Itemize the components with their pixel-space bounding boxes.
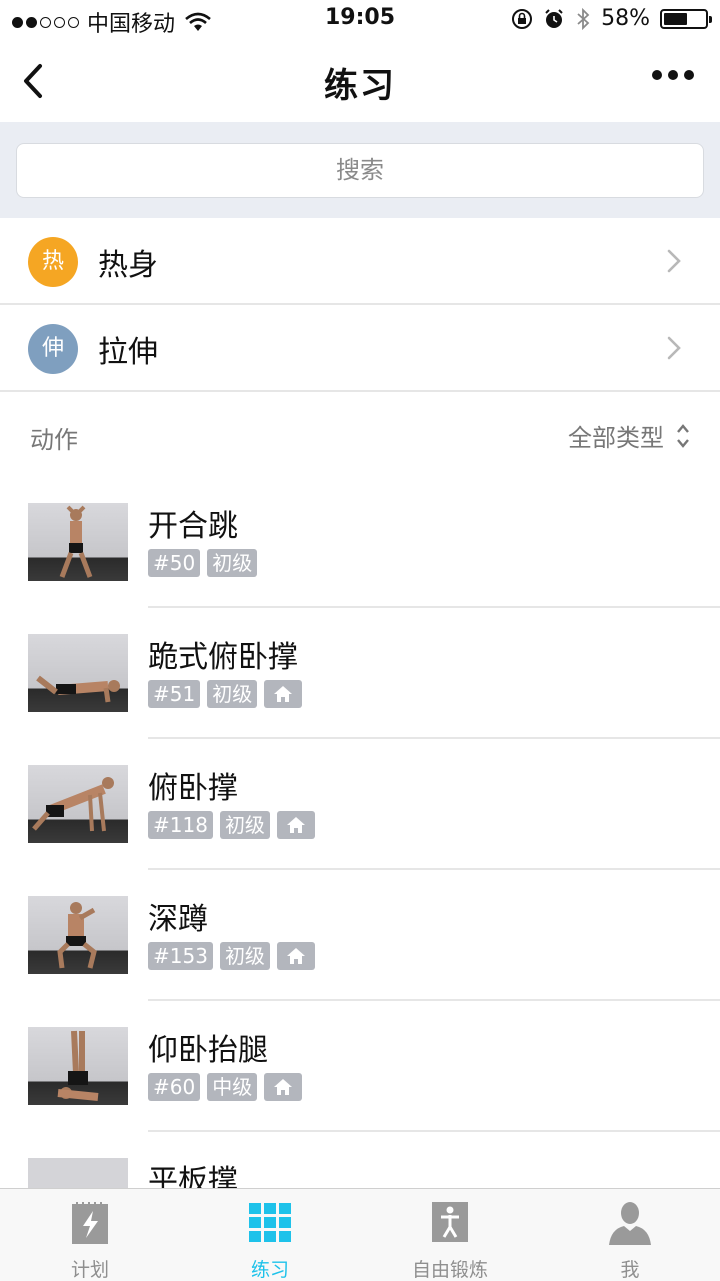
level-tag: 中级 (207, 1073, 258, 1101)
exercise-item[interactable]: 仰卧抬腿 #60 中级 (0, 1001, 720, 1132)
exercise-number-tag: #60 (148, 1073, 201, 1101)
exercise-thumbnail (28, 765, 128, 843)
home-icon (264, 1073, 303, 1101)
exercise-name: 俯卧撑 (148, 771, 238, 806)
exercise-thumbnail (28, 896, 128, 974)
level-tag: 初级 (219, 811, 270, 839)
alarm-icon (545, 8, 563, 28)
exercise-item[interactable]: 深蹲 #153 初级 (0, 870, 720, 1001)
tab-practice[interactable]: 练习 (180, 1189, 360, 1281)
home-icon (276, 942, 315, 970)
exercise-tags: #60 中级 (148, 1073, 303, 1101)
exercise-number-tag: #153 (148, 942, 213, 970)
search-area: 搜索 (0, 122, 720, 218)
search-input[interactable]: 搜索 (16, 143, 704, 198)
exercise-thumbnail (28, 1158, 128, 1188)
exercise-thumbnail (28, 1027, 128, 1105)
navigation-bar: 练习 (0, 40, 720, 122)
grid-icon (249, 1203, 291, 1242)
plan-icon (72, 1202, 108, 1244)
battery-icon (660, 8, 712, 29)
exercise-name: 仰卧抬腿 (148, 1033, 268, 1068)
type-filter-button[interactable]: 全部类型 (568, 418, 690, 453)
tab-label: 练习 (250, 1259, 289, 1281)
chevron-right-icon (667, 249, 681, 273)
tab-free-workout[interactable]: 自由锻炼 (360, 1189, 540, 1281)
exercise-name: 跪式俯卧撑 (148, 640, 298, 675)
stretch-badge: 伸 (28, 324, 78, 374)
tab-plan[interactable]: 计划 (0, 1189, 180, 1281)
level-tag: 初级 (207, 549, 258, 577)
more-icon[interactable] (652, 70, 694, 80)
exercise-item[interactable]: 平板撑 (0, 1132, 720, 1188)
section-title: 动作 (30, 426, 78, 454)
level-tag: 初级 (219, 942, 270, 970)
category-label: 拉伸 (98, 335, 158, 370)
exercise-tags: #51 初级 (148, 680, 303, 708)
exercise-item[interactable]: 开合跳 #50 初级 (0, 477, 720, 608)
person-icon (432, 1202, 468, 1242)
bluetooth-icon (577, 7, 590, 30)
sort-updown-icon (677, 423, 689, 448)
exercise-tags: #50 初级 (148, 549, 258, 577)
orientation-lock-icon (512, 8, 533, 29)
category-stretch[interactable]: 伸 拉伸 (0, 305, 720, 391)
status-right: 58% (511, 6, 712, 31)
user-icon (609, 1202, 651, 1245)
status-bar: 中国移动 19:05 58% (0, 0, 720, 40)
level-tag: 初级 (207, 680, 258, 708)
exercise-number-tag: #50 (148, 549, 201, 577)
page-title: 练习 (324, 66, 396, 106)
actions-section-header: 动作 全部类型 (0, 392, 720, 476)
chevron-right-icon (667, 336, 681, 360)
exercise-item[interactable]: 俯卧撑 #118 初级 (0, 739, 720, 870)
home-icon (264, 680, 303, 708)
exercise-tags: #153 初级 (148, 942, 315, 970)
filter-label: 全部类型 (568, 424, 664, 452)
exercise-name: 开合跳 (148, 509, 238, 544)
warmup-badge: 热 (28, 237, 78, 287)
tab-label: 自由锻炼 (411, 1259, 488, 1281)
category-label: 热身 (98, 248, 158, 283)
tab-label: 我 (620, 1259, 640, 1281)
home-icon (276, 811, 315, 839)
category-warmup[interactable]: 热 热身 (0, 218, 720, 304)
exercise-name: 深蹲 (148, 902, 208, 937)
exercise-number-tag: #51 (148, 680, 201, 708)
tab-me[interactable]: 我 (540, 1189, 720, 1281)
battery-percent: 58% (601, 6, 650, 31)
exercise-item[interactable]: 跪式俯卧撑 #51 初级 (0, 608, 720, 739)
tab-label: 计划 (70, 1259, 109, 1281)
battery-fill (664, 12, 688, 25)
exercise-tags: #118 初级 (148, 811, 315, 839)
exercise-thumbnail (28, 503, 128, 581)
exercise-number-tag: #118 (148, 811, 213, 839)
tab-bar: 计划 练习 自由锻炼 我 (0, 1188, 720, 1281)
exercise-thumbnail (28, 634, 128, 712)
exercise-name: 平板撑 (148, 1164, 238, 1188)
